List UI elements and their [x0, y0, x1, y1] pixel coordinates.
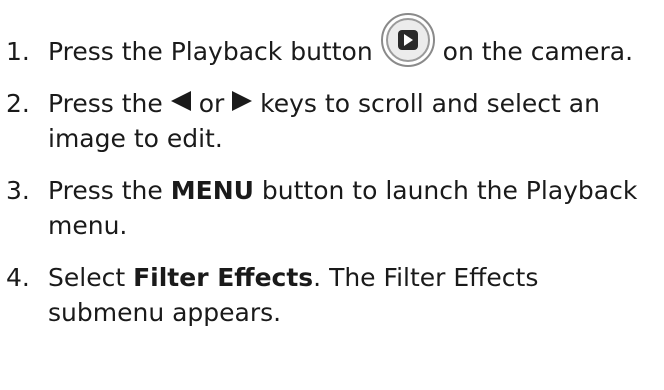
- step-text: Select Filter Effects. The Filter Effect…: [48, 260, 656, 330]
- step-text: Press the or keys to scroll and select a…: [48, 86, 656, 156]
- step-text: Press the Playback button on the camera.: [48, 13, 656, 69]
- step-1: 1. Press the Playback button on the came…: [6, 13, 656, 69]
- step-text: Press the MENU button to launch the Play…: [48, 173, 656, 243]
- step-text-before: Press the Playback button: [48, 37, 373, 66]
- step-4: 4. Select Filter Effects. The Filter Eff…: [6, 260, 656, 330]
- menu-button-label: MENU: [170, 176, 254, 205]
- step-number: 4.: [6, 263, 30, 292]
- left-arrow-key-icon: [170, 91, 191, 111]
- playback-button-icon: [380, 12, 436, 68]
- step-2: 2. Press the or keys to scroll and selec…: [6, 86, 656, 156]
- step-3: 3. Press the MENU button to launch the P…: [6, 173, 656, 243]
- step-number: 3.: [6, 176, 30, 205]
- right-arrow-key-icon: [232, 91, 253, 111]
- filter-effects-label: Filter Effects: [133, 263, 314, 292]
- step-number: 1.: [6, 37, 30, 66]
- step-text-a: Press the: [48, 89, 163, 118]
- step-text-or: or: [198, 89, 225, 118]
- step-text-a: Press the: [48, 176, 163, 205]
- step-text-after: on the camera.: [442, 37, 634, 66]
- step-number: 2.: [6, 89, 30, 118]
- instruction-steps: 1. Press the Playback button on the came…: [6, 13, 656, 347]
- step-text-a: Select: [48, 263, 126, 292]
